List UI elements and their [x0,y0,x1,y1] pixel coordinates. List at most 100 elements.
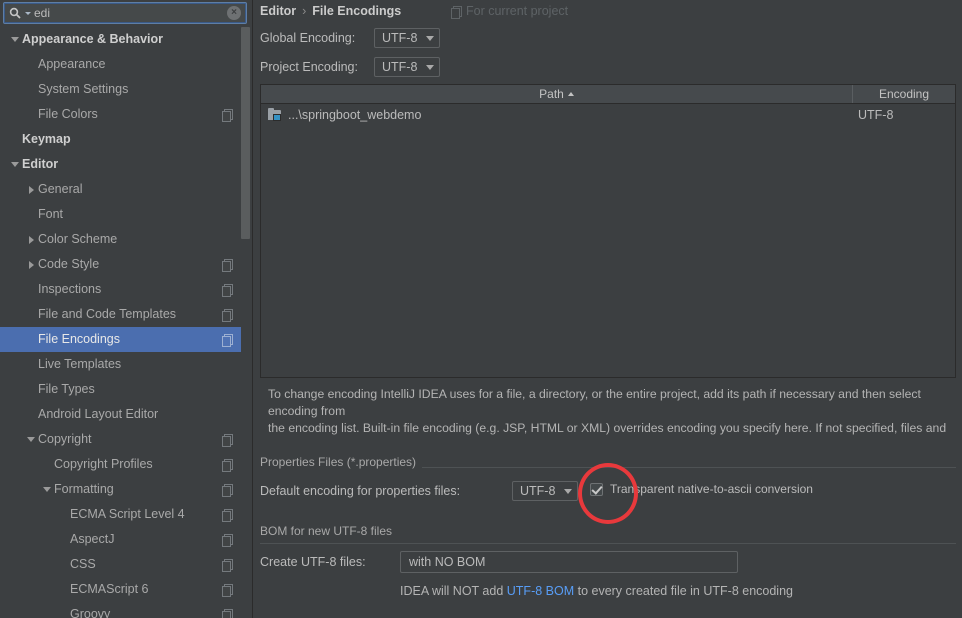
tree-no-chevron-spacer [40,452,54,477]
transparent-native-to-ascii-checkbox[interactable] [590,482,603,496]
tree-no-chevron-spacer [24,302,38,327]
sidebar-item-copyright-profiles[interactable]: Copyright Profiles [0,452,247,477]
encodings-description: To change encoding IntelliJ IDEA uses fo… [268,387,947,440]
cell-encoding[interactable]: UTF-8 [852,108,955,122]
tree-collapse-chevron-down-icon[interactable] [40,477,54,502]
clear-search-icon[interactable]: × [227,6,241,20]
sidebar-item-general[interactable]: General [0,177,247,202]
tree-no-chevron-spacer [24,52,38,77]
tree-no-chevron-spacer [56,602,70,618]
tree-collapse-chevron-down-icon[interactable] [8,152,22,177]
sidebar-item-keymap[interactable]: Keymap [0,127,247,152]
sidebar-item-label: Keymap [22,132,71,146]
sidebar-item-label: Live Templates [38,357,122,371]
sidebar-item-groovy[interactable]: Groovy [0,602,247,618]
cell-path-label: ...\springboot_webdemo [288,108,422,122]
column-header-path[interactable]: Path [261,87,852,101]
sidebar-item-appearance-behavior[interactable]: Appearance & Behavior [0,27,247,52]
copy-settings-icon [222,534,233,547]
column-header-encoding[interactable]: Encoding [852,85,955,103]
copy-settings-icon [222,259,233,272]
sidebar-item-label: Copyright [38,432,92,446]
tree-no-chevron-spacer [56,502,70,527]
sidebar-item-ecmascript-6[interactable]: ECMAScript 6 [0,577,247,602]
sidebar-item-file-colors[interactable]: File Colors [0,102,247,127]
sidebar-item-live-templates[interactable]: Live Templates [0,352,247,377]
default-properties-encoding-row: Default encoding for properties files: U… [260,480,578,502]
bom-note: IDEA will NOT add UTF-8 BOM to every cre… [400,584,793,598]
sidebar-item-label: Editor [22,157,59,171]
sidebar-item-appearance[interactable]: Appearance [0,52,247,77]
breadcrumb-parent[interactable]: Editor [260,4,296,18]
tree-expand-chevron-right-icon[interactable] [24,252,38,277]
sidebar-item-file-types[interactable]: File Types [0,377,247,402]
create-utf8-files-combo[interactable]: with NO BOM [400,551,738,573]
sidebar-item-system-settings[interactable]: System Settings [0,77,247,102]
default-properties-encoding-value: UTF-8 [520,484,556,498]
sidebar-item-label: Groovy [70,607,111,618]
tree-no-chevron-spacer [8,127,22,152]
sidebar-item-label: Android Layout Editor [38,407,159,421]
sidebar-item-android-layout-editor[interactable]: Android Layout Editor [0,402,247,427]
copy-settings-icon [222,309,233,322]
tree-no-chevron-spacer [24,202,38,227]
sidebar-item-aspectj[interactable]: AspectJ [0,527,247,552]
global-encoding-label: Global Encoding: [260,31,356,45]
sidebar-item-label: System Settings [38,82,129,96]
sidebar-item-file-encodings[interactable]: File Encodings [0,327,247,352]
sidebar-item-inspections[interactable]: Inspections [0,277,247,302]
sidebar-item-formatting[interactable]: Formatting [0,477,247,502]
sidebar-item-label: Color Scheme [38,232,118,246]
sidebar-item-copyright[interactable]: Copyright [0,427,247,452]
sidebar-item-label: General [38,182,83,196]
copy-settings-icon [222,434,233,447]
sidebar-item-label: File Encodings [38,332,120,346]
copy-settings-icon [222,109,233,122]
tree-no-chevron-spacer [56,527,70,552]
create-utf8-files-label: Create UTF-8 files: [260,555,366,569]
for-current-project-label: For current project [466,4,569,18]
tree-expand-chevron-right-icon[interactable] [24,177,38,202]
sort-ascending-icon [567,92,574,96]
encodings-table[interactable]: Path Encoding ...\springboot_webdemo UTF-… [260,84,956,378]
sidebar-item-color-scheme[interactable]: Color Scheme [0,227,247,252]
utf8-bom-link[interactable]: UTF-8 BOM [507,584,574,598]
search-field[interactable]: × [3,2,247,24]
cell-path: ...\springboot_webdemo [261,108,852,122]
chevron-down-icon [564,488,572,494]
sidebar-item-label: CSS [70,557,96,571]
sidebar-item-code-style[interactable]: Code Style [0,252,247,277]
settings-tree[interactable]: Appearance & Behavior Appearance System Se… [0,27,247,618]
global-encoding-combo[interactable]: UTF-8 [374,28,440,48]
chevron-down-icon [426,64,434,70]
project-encoding-combo[interactable]: UTF-8 [374,57,440,77]
sidebar-item-file-and-code-templates[interactable]: File and Code Templates [0,302,247,327]
bom-note-before: IDEA will NOT add [400,584,507,598]
sidebar-item-label: File Colors [38,107,98,121]
tree-collapse-chevron-down-icon[interactable] [24,427,38,452]
default-properties-encoding-label: Default encoding for properties files: [260,484,461,498]
transparent-native-to-ascii-row[interactable]: Transparent native-to-ascii conversion [590,482,813,496]
default-properties-encoding-combo[interactable]: UTF-8 [512,481,578,501]
search-input[interactable] [31,4,227,22]
tree-no-chevron-spacer [24,102,38,127]
sidebar-item-editor[interactable]: Editor [0,152,247,177]
sidebar-item-label: Inspections [38,282,102,296]
sidebar-item-font[interactable]: Font [0,202,247,227]
sidebar-item-css[interactable]: CSS [0,552,247,577]
tree-expand-chevron-right-icon[interactable] [24,227,38,252]
tree-collapse-chevron-down-icon[interactable] [8,27,22,52]
table-row[interactable]: ...\springboot_webdemo UTF-8 [261,104,955,126]
sidebar-scrollbar-thumb[interactable] [241,27,250,239]
sidebar-item-ecma-script-level-4[interactable]: ECMA Script Level 4 [0,502,247,527]
settings-dialog: × Appearance & Behavior Appearance System … [0,0,962,618]
copy-settings-icon [222,559,233,572]
